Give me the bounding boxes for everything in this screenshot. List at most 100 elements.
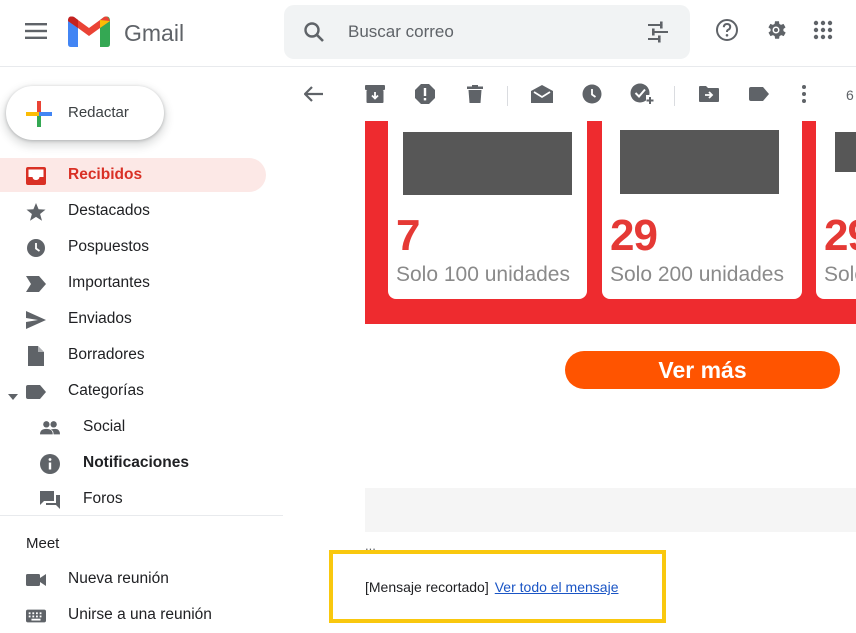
product-stock: Solo 200 unidades — [610, 263, 784, 286]
email-footer-band — [365, 488, 856, 532]
info-icon — [40, 454, 60, 474]
sidebar-item-label: Social — [83, 418, 126, 435]
keyboard-icon — [26, 606, 46, 626]
view-full-message-link[interactable]: Ver todo el mensaje — [495, 579, 619, 595]
archive-icon — [365, 84, 385, 108]
compose-plus-icon — [26, 101, 52, 132]
clipped-message-label: [Mensaje recortado] — [365, 579, 489, 595]
product-image — [620, 130, 779, 194]
move-to-button[interactable] — [695, 82, 723, 110]
sidebar-item-label: Destacados — [68, 202, 150, 219]
search-input[interactable] — [348, 5, 618, 59]
sidebar-item-label: Borradores — [68, 346, 145, 363]
product-price: 7 — [396, 211, 421, 260]
header-divider — [0, 66, 856, 67]
labels-button[interactable] — [745, 82, 773, 110]
sidebar-item-enviados[interactable]: Enviados — [0, 302, 266, 336]
back-button[interactable] — [300, 82, 328, 110]
sidebar-item-label: Importantes — [68, 274, 150, 291]
move-folder-icon — [699, 85, 719, 107]
inbox-icon — [26, 166, 46, 186]
ver-mas-button[interactable]: Ver más — [565, 351, 840, 389]
toolbar-separator — [507, 86, 508, 106]
gmail-logo[interactable]: Gmail — [68, 14, 184, 52]
product-stock: Solo 100 unidades — [396, 263, 570, 286]
more-options-button[interactable] — [790, 82, 818, 110]
search-options-icon[interactable] — [646, 20, 670, 49]
meet-section-title: Meet — [26, 535, 60, 552]
product-card[interactable]: 29 Solo — [816, 121, 856, 299]
gear-icon — [764, 18, 788, 47]
sidebar-item-borradores[interactable]: Borradores — [0, 338, 266, 372]
product-card[interactable]: 7 Solo 100 unidades — [388, 121, 587, 299]
compose-button[interactable]: Redactar — [6, 86, 164, 140]
forum-icon — [40, 490, 60, 510]
hamburger-menu-icon — [25, 22, 47, 44]
sidebar-item-nueva-reunion[interactable]: Nueva reunión — [0, 562, 266, 596]
app-name: Gmail — [124, 19, 185, 46]
people-icon — [40, 418, 60, 438]
clock-icon — [26, 238, 46, 258]
sidebar-item-label: Unirse a una reunión — [68, 606, 212, 623]
product-image — [403, 132, 572, 195]
toolbar-separator — [674, 86, 675, 106]
sidebar-item-label: Recibidos — [68, 166, 143, 183]
delete-button[interactable] — [461, 82, 489, 110]
star-icon — [26, 202, 46, 222]
send-icon — [26, 310, 46, 330]
search-bar[interactable] — [284, 5, 690, 59]
promo-banner: 7 Solo 100 unidades 29 Solo 200 unidades… — [365, 121, 856, 324]
product-stock: Solo — [824, 263, 856, 286]
meet-divider — [0, 515, 283, 516]
help-button[interactable] — [711, 16, 743, 48]
snooze-clock-icon — [582, 84, 602, 109]
main-menu-button[interactable] — [18, 17, 54, 49]
snooze-button[interactable] — [578, 82, 606, 110]
label-icon — [26, 382, 46, 402]
page-indicator: 6 — [846, 87, 854, 103]
sidebar-item-destacados[interactable]: Destacados — [0, 194, 266, 228]
mark-unread-icon — [531, 84, 553, 108]
gmail-m-icon — [68, 15, 110, 52]
search-icon[interactable] — [302, 20, 326, 49]
sidebar-item-label: Pospuestos — [68, 238, 149, 255]
spam-icon — [415, 83, 435, 109]
product-image — [835, 132, 856, 172]
trash-icon — [467, 84, 483, 108]
sidebar-item-recibidos[interactable]: Recibidos — [0, 158, 266, 192]
clipped-message-notice: [Mensaje recortado] Ver todo el mensaje — [365, 579, 618, 595]
apps-grid-icon — [813, 20, 833, 45]
important-icon — [26, 274, 46, 294]
settings-button[interactable] — [760, 16, 792, 48]
clipped-message-highlight: [Mensaje recortado] Ver todo el mensaje — [329, 550, 666, 623]
sidebar-item-label: Enviados — [68, 310, 132, 327]
apps-button[interactable] — [807, 16, 839, 48]
sidebar-item-label: Foros — [83, 490, 123, 507]
sidebar-item-categorias[interactable]: Categorías — [0, 374, 266, 408]
label-tag-icon — [749, 86, 769, 106]
sidebar-item-notificaciones[interactable]: Notificaciones — [0, 446, 266, 480]
more-vert-icon — [802, 84, 806, 108]
add-task-button[interactable] — [628, 82, 656, 110]
caret-down-icon[interactable] — [8, 387, 18, 405]
help-icon — [715, 18, 739, 47]
sidebar-item-foros[interactable]: Foros — [0, 482, 266, 516]
compose-label: Redactar — [68, 104, 129, 121]
video-icon — [26, 570, 46, 590]
back-arrow-icon — [303, 85, 324, 107]
product-price: 29 — [824, 211, 856, 260]
archive-button[interactable] — [361, 82, 389, 110]
report-spam-button[interactable] — [411, 82, 439, 110]
sidebar-item-pospuestos[interactable]: Pospuestos — [0, 230, 266, 264]
draft-icon — [26, 346, 46, 366]
product-card[interactable]: 29 Solo 200 unidades — [602, 121, 802, 299]
sidebar-item-social[interactable]: Social — [0, 410, 266, 444]
sidebar-item-label: Notificaciones — [83, 454, 189, 471]
sidebar-item-label: Categorías — [68, 382, 144, 399]
sidebar-item-label: Nueva reunión — [68, 570, 169, 587]
mark-unread-button[interactable] — [528, 82, 556, 110]
sidebar-item-unirse-reunion[interactable]: Unirse a una reunión — [0, 598, 266, 632]
product-price: 29 — [610, 211, 658, 260]
add-task-icon — [630, 83, 654, 110]
sidebar-item-importantes[interactable]: Importantes — [0, 266, 266, 300]
